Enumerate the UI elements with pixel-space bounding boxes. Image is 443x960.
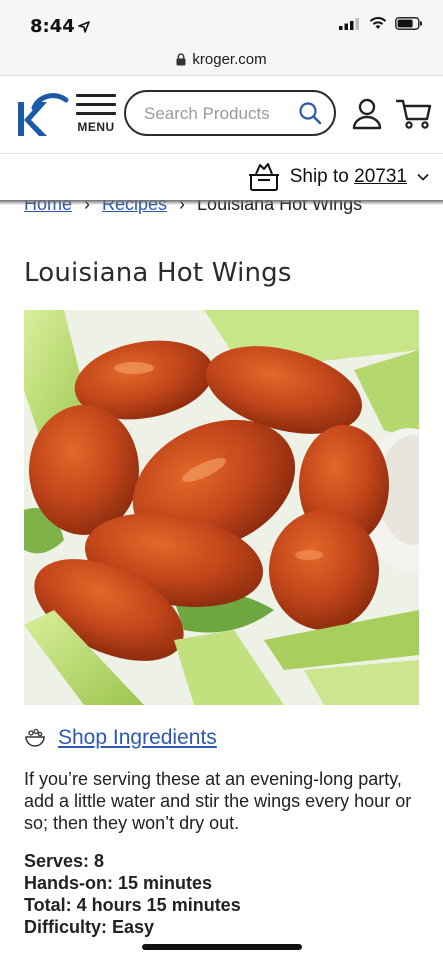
search-input[interactable] [144, 102, 292, 126]
serves-fact: Serves: 8 [24, 851, 105, 871]
search-icon[interactable] [298, 101, 322, 125]
chevron-down-icon[interactable] [417, 173, 429, 181]
grocery-basket-icon [248, 163, 279, 191]
site-header: MENU [0, 76, 443, 154]
recipe-photo [24, 310, 419, 705]
status-time: 8:44 [30, 16, 75, 37]
hands-on-fact: Hands-on: 15 minutes [24, 873, 213, 893]
recipe-title: Louisiana Hot Wings [24, 258, 292, 288]
difficulty-fact: Difficulty: Easy [24, 917, 155, 937]
header-shadow [0, 200, 443, 205]
account-icon[interactable] [352, 98, 382, 130]
menu-button[interactable]: MENU [74, 94, 118, 138]
cart-icon[interactable] [396, 98, 432, 130]
ship-to-bar: Ship to 20731 [0, 154, 443, 200]
status-bar: 8:44 [0, 0, 443, 44]
menu-label: MENU [77, 120, 115, 134]
search-box[interactable] [124, 90, 336, 136]
shop-ingredients-label[interactable]: Shop Ingredients [58, 726, 217, 750]
total-time-fact: Total: 4 hours 15 minutes [24, 895, 241, 915]
location-arrow-icon [78, 21, 90, 33]
wifi-icon [369, 17, 387, 29]
ship-to-label: Ship to [289, 166, 349, 187]
ship-to-selector[interactable]: Ship to 20731 [248, 162, 429, 192]
lock-icon [176, 53, 186, 66]
ingredients-bowl-icon [25, 728, 45, 747]
ship-to-zip[interactable]: 20731 [354, 166, 407, 187]
battery-icon [395, 17, 422, 30]
url-text: kroger.com [192, 51, 267, 68]
cellular-signal-icon [339, 17, 359, 30]
address-bar[interactable]: kroger.com [0, 44, 443, 76]
kroger-logo[interactable] [14, 90, 70, 140]
recipe-facts: Serves: 8 Hands-on: 15 minutes Total: 4 … [24, 850, 241, 938]
home-indicator[interactable] [142, 944, 302, 950]
shop-ingredients-link[interactable]: Shop Ingredients [24, 726, 217, 750]
recipe-description: If you’re serving these at an evening-lo… [24, 769, 412, 833]
hamburger-icon [74, 94, 118, 115]
